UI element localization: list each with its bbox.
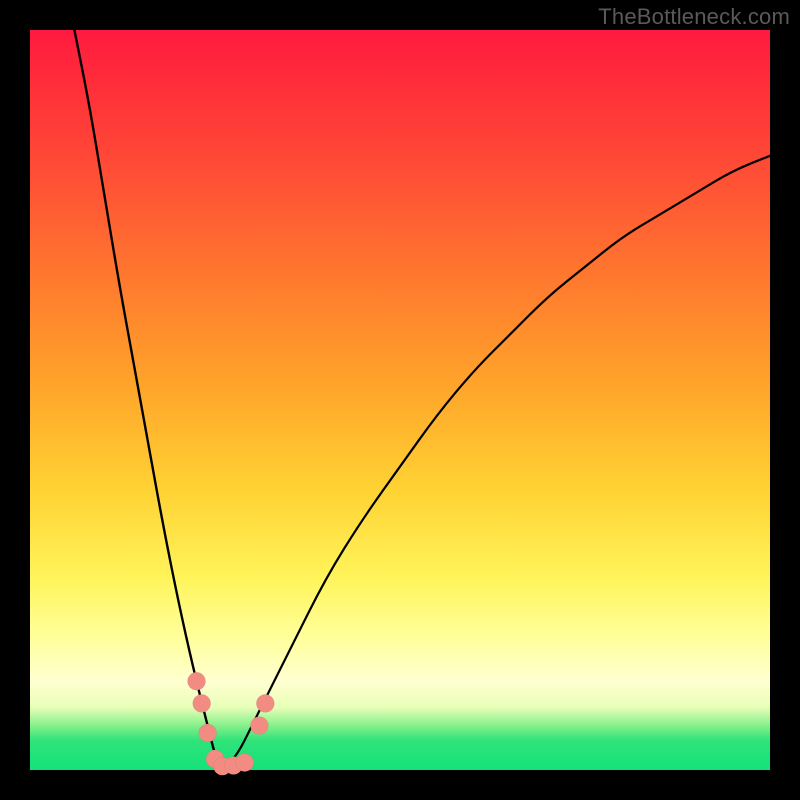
- marker-dots: [188, 672, 275, 775]
- bottleneck-curve-svg: [30, 30, 770, 770]
- marker-dot: [199, 724, 217, 742]
- chart-frame: TheBottleneck.com: [0, 0, 800, 800]
- watermark-text: TheBottleneck.com: [598, 4, 790, 30]
- marker-dot: [250, 717, 268, 735]
- marker-dot: [236, 754, 254, 772]
- marker-dot: [188, 672, 206, 690]
- plot-area: [30, 30, 770, 770]
- marker-dot: [256, 694, 274, 712]
- curve-left-branch: [74, 30, 222, 770]
- marker-dot: [193, 694, 211, 712]
- curve-right-branch: [222, 156, 770, 770]
